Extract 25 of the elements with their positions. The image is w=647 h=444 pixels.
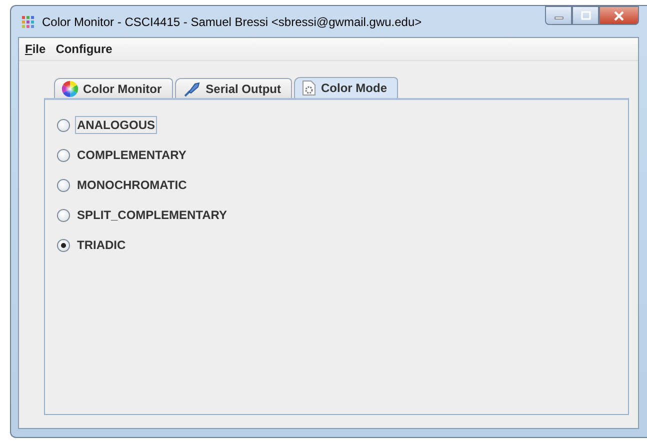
radio-label[interactable]: COMPLEMENTARY [75,146,188,164]
radio-button[interactable] [57,178,70,192]
plug-icon [182,80,201,96]
maximize-icon [580,11,590,20]
document-gear-icon [302,80,316,96]
radio-button[interactable] [57,238,70,252]
menu-item[interactable]: File [25,42,46,56]
tab[interactable]: Color Mode [294,77,398,98]
radio-label[interactable]: ANALOGOUS [75,116,157,134]
radio-button[interactable] [57,208,70,222]
color-wheel-icon [62,80,78,96]
grid-icon [22,16,34,28]
radio-label[interactable]: SPLIT_COMPLEMENTARY [75,206,230,224]
radio-label[interactable]: TRIADIC [75,236,128,254]
close-icon [613,10,625,20]
tab[interactable]: Color Monitor [54,78,173,98]
window-title: Color Monitor - CSCI4415 - Samuel Bressi <sbressi@gwmail.gwu.edu> [42,14,422,28]
menu-item[interactable]: Configure [56,42,112,56]
radio-button[interactable] [57,118,70,132]
close-button[interactable] [599,6,639,25]
radio-button[interactable] [57,148,70,162]
minimize-button[interactable] [545,6,572,25]
radio-label[interactable]: MONOCHROMATIC [75,176,189,194]
tab[interactable]: Serial Output [174,78,292,98]
maximize-button[interactable] [572,6,599,25]
